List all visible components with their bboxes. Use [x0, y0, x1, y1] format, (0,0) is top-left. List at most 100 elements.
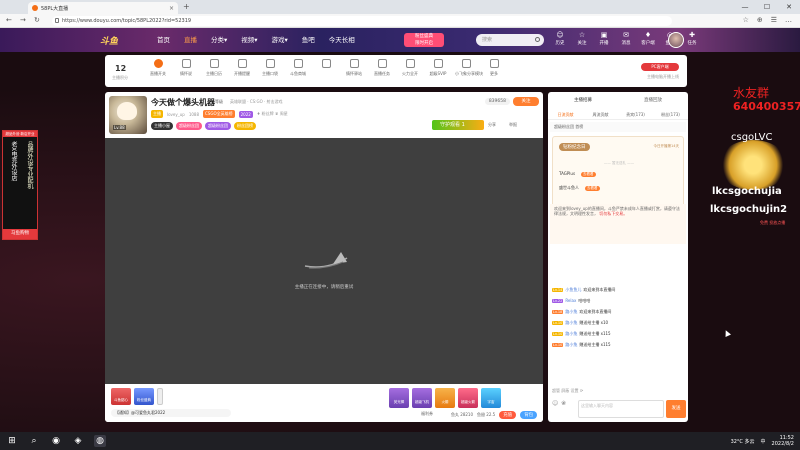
nav-item-2[interactable]: 分类▾: [204, 28, 234, 52]
recharge-button[interactable]: 充值: [499, 411, 517, 419]
ime-indicator[interactable]: 中: [761, 438, 766, 445]
refresh-button[interactable]: ↻: [34, 16, 40, 24]
category-item-1[interactable]: 情怀说: [175, 59, 197, 77]
rank-subtab-1[interactable]: 周流贡献: [583, 110, 618, 119]
pc-client-button[interactable]: PC客户端: [641, 63, 679, 71]
category-item-9[interactable]: 火力全开: [399, 59, 421, 77]
browser-tool-icon-3[interactable]: …: [785, 16, 792, 24]
rank-banner[interactable]: 超级粉丝团 首榜: [550, 122, 686, 132]
nav-item-6[interactable]: 今天长相: [322, 28, 362, 52]
room-pill-3[interactable]: 粉丝团榜: [234, 122, 256, 130]
memorial-row-name[interactable]: 盛世斗鱼人: [559, 185, 579, 190]
contribute-button[interactable]: 守护观看 1: [432, 120, 484, 130]
maximize-button[interactable]: ☐: [756, 0, 778, 14]
room-avatar[interactable]: Lv.88: [109, 96, 147, 134]
room-pill-1[interactable]: 超级粉丝团: [176, 122, 202, 130]
category-item-10[interactable]: 超级SVIP: [427, 59, 449, 77]
side-ad-banner[interactable]: 超品外设·新店开业 老X电竞外设店 品牌外设专业配机 马鱼购物: [2, 130, 38, 240]
nav-item-1[interactable]: 直播: [177, 28, 204, 52]
header-tool-3[interactable]: ✉ 消息: [617, 31, 635, 46]
hot-badge[interactable]: CSGO全英雄榜: [203, 110, 235, 118]
chat-user-name[interactable]: 路小兔: [565, 309, 577, 315]
search-input[interactable]: 搜索: [476, 34, 544, 46]
category-item-6[interactable]: [315, 59, 337, 77]
taskbar-icon-2[interactable]: ◉: [50, 435, 62, 447]
url-input[interactable]: https://www.douyu.com/topic/58PL2022?rid…: [52, 16, 672, 26]
chat-user-name[interactable]: Relax: [565, 298, 576, 303]
category-item-0[interactable]: 直播开关: [147, 59, 169, 77]
search-icon[interactable]: [535, 37, 540, 42]
category-item-12[interactable]: 更多: [483, 59, 505, 77]
header-tool-4[interactable]: ♦ 客户端: [639, 31, 657, 46]
close-window-button[interactable]: ✕: [778, 0, 800, 14]
category-item-4[interactable]: 主播口袋: [259, 59, 281, 77]
memorial-row-name[interactable]: TAGPlus: [559, 171, 575, 176]
taskbar-icon-4[interactable]: ◍: [94, 435, 106, 447]
nav-item-3[interactable]: 视频▾: [234, 28, 264, 52]
header-tool-6[interactable]: ✚ 任务: [683, 31, 701, 46]
gift-icon[interactable]: ❀: [561, 400, 566, 407]
coupon-label[interactable]: 福利券: [421, 411, 433, 417]
browser-tab[interactable]: 58PL大直播 ×: [28, 2, 178, 14]
notice-ticker[interactable]: 【通知】@可爱鱼丸君2022: [111, 409, 231, 417]
video-player[interactable]: 主播正在连接中，请稍后重试: [105, 138, 543, 384]
emoji-icon[interactable]: ☺: [552, 400, 558, 407]
gift-item-1[interactable]: 超级飞机: [412, 388, 432, 408]
send-button[interactable]: 发送: [666, 400, 686, 418]
rank-subtab-3[interactable]: 粉丝(173): [653, 110, 688, 119]
category-item-3[interactable]: 开播提醒: [231, 59, 253, 77]
minimize-button[interactable]: —: [734, 0, 756, 14]
panel-tab-0[interactable]: 主播招募: [548, 94, 618, 108]
taskbar-icon-3[interactable]: ◈: [72, 435, 84, 447]
forward-button[interactable]: →: [20, 16, 26, 24]
new-tab-button[interactable]: +: [183, 2, 190, 11]
browser-tool-icon-1[interactable]: ⊕: [757, 16, 763, 24]
header-tool-1[interactable]: ☆ 关注: [573, 31, 591, 46]
gift-promo-more[interactable]: [157, 388, 163, 405]
douyu-logo[interactable]: 斗鱼: [100, 34, 118, 47]
user-avatar[interactable]: [668, 32, 684, 48]
room-meta[interactable]: 英雄联盟 · CS:GO · 射击游戏: [230, 99, 283, 105]
browser-tool-icon-2[interactable]: ☰: [771, 16, 777, 24]
back-button[interactable]: ←: [6, 16, 12, 24]
rank-subtab-2[interactable]: 贵宾(173): [618, 110, 653, 119]
nav-item-4[interactable]: 游戏▾: [265, 28, 295, 52]
room-pill-2[interactable]: 超级粉丝团: [205, 122, 231, 130]
chat-footer[interactable]: 超管 屏蔽 设置 ⟳: [552, 388, 684, 398]
browser-tool-icon-0[interactable]: ☆: [743, 16, 749, 24]
category-item-7[interactable]: 情怀驿站: [343, 59, 365, 77]
panel-tab-1[interactable]: 直播回放: [618, 94, 688, 108]
gift-item-4[interactable]: 宇宙: [481, 388, 501, 408]
chat-user-name[interactable]: 路小兔: [565, 331, 577, 337]
gift-item-3[interactable]: 超级火箭: [458, 388, 478, 408]
room-pill-0[interactable]: 主播小屋: [151, 122, 173, 130]
backpack-button[interactable]: 背包: [520, 411, 538, 419]
memorial-row-button[interactable]: 去看看: [585, 186, 600, 191]
taskbar-icon-0[interactable]: ⊞: [6, 435, 18, 447]
memorial-row-button[interactable]: 去看看: [581, 172, 596, 177]
promo-banner[interactable]: 粉丝盛典 限时开启: [404, 33, 444, 47]
gift-promo-0[interactable]: 斗鱼甜心: [111, 388, 131, 405]
gift-item-2[interactable]: 火箭: [435, 388, 455, 408]
header-tool-0[interactable]: ☺ 历史: [551, 31, 569, 46]
nav-item-0[interactable]: 首页: [150, 28, 177, 52]
report-button[interactable]: 举报: [509, 122, 517, 128]
share-button[interactable]: 分享: [488, 122, 496, 128]
tab-close-icon[interactable]: ×: [169, 5, 174, 12]
follow-button[interactable]: 关注: [513, 97, 539, 106]
category-item-5[interactable]: 斗鱼商城: [287, 59, 309, 77]
weather-text[interactable]: 32°C 多云: [731, 438, 755, 445]
taskbar-icon-1[interactable]: ⌕: [28, 435, 40, 447]
chat-user-name[interactable]: 小鱼鱼儿: [565, 287, 581, 293]
chat-user-name[interactable]: 路小兔: [565, 320, 577, 326]
category-item-11[interactable]: 小飞象分享模块: [455, 59, 483, 77]
room-extra[interactable]: ♦ 粉丝牌 ♛ 周星: [257, 111, 288, 117]
rank-subtab-0[interactable]: 日流贡献: [548, 110, 583, 119]
gift-item-0[interactable]: 荧光棒: [389, 388, 409, 408]
chat-input[interactable]: 这里输入聊天内容: [578, 400, 664, 418]
anchor-name[interactable]: lovey_up: [167, 112, 185, 117]
nav-item-5[interactable]: 鱼吧: [295, 28, 322, 52]
header-tool-2[interactable]: ▣ 开播: [595, 31, 613, 46]
category-item-8[interactable]: 直播任务: [371, 59, 393, 77]
gift-promo-1[interactable]: 粉丝盛典: [134, 388, 154, 405]
